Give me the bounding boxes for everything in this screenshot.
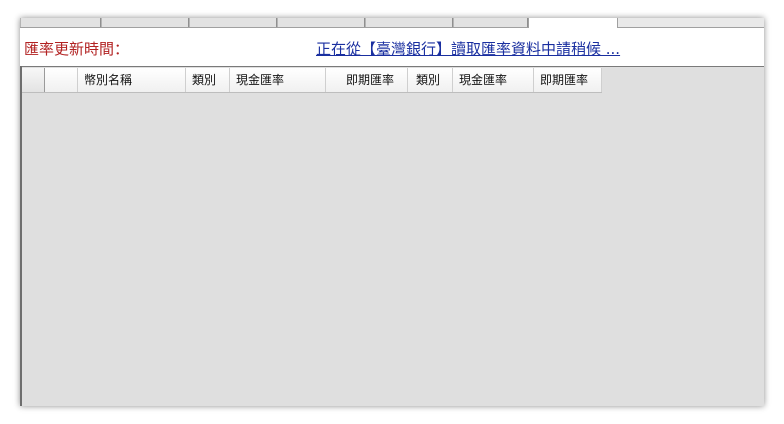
- tab-1[interactable]: [20, 18, 101, 27]
- tab-3[interactable]: [189, 18, 277, 27]
- grid-header-row: 幣別名稱 類別 現金匯率 即期匯率 類別 現金匯率 即期匯率: [22, 68, 602, 93]
- column-header-type-2[interactable]: 類別: [408, 68, 453, 92]
- tab-strip: [20, 18, 764, 28]
- tab-5[interactable]: [365, 18, 453, 27]
- tab-active[interactable]: [528, 18, 618, 28]
- column-header-currency-name[interactable]: 幣別名稱: [78, 68, 186, 92]
- rate-grid-area[interactable]: 幣別名稱 類別 現金匯率 即期匯率 類別 現金匯率 即期匯率: [22, 66, 764, 406]
- grid-flag-header[interactable]: [45, 68, 78, 92]
- column-header-spot-rate[interactable]: 即期匯率: [326, 68, 408, 92]
- grid-corner-cell[interactable]: [22, 68, 45, 92]
- column-header-type[interactable]: 類別: [186, 68, 230, 92]
- update-time-label: 匯率更新時間：: [24, 40, 130, 58]
- column-header-cash-rate[interactable]: 現金匯率: [230, 68, 326, 92]
- tab-6[interactable]: [453, 18, 528, 27]
- column-header-spot-rate-2[interactable]: 即期匯率: [534, 68, 602, 92]
- exchange-rate-window: 匯率更新時間： 正在從【臺灣銀行】讀取匯率資料中請稍候 ... 幣別名稱 類別 …: [20, 18, 764, 406]
- loading-status-link[interactable]: 正在從【臺灣銀行】讀取匯率資料中請稍候 ...: [316, 38, 620, 59]
- tab-2[interactable]: [101, 18, 189, 27]
- column-header-cash-rate-2[interactable]: 現金匯率: [453, 68, 534, 92]
- tab-4[interactable]: [277, 18, 365, 27]
